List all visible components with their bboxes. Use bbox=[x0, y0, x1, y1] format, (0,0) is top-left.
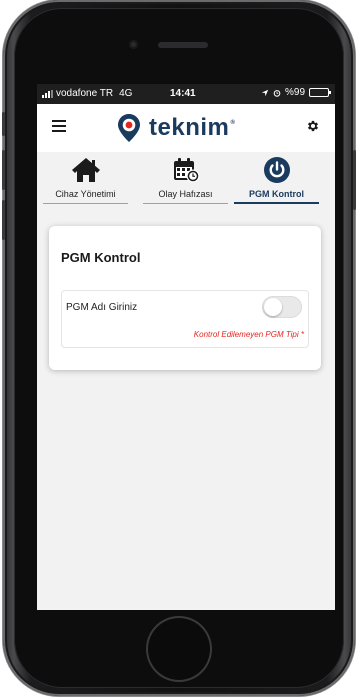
side-button-left bbox=[2, 112, 5, 136]
tab-label: PGM Kontrol bbox=[249, 189, 304, 199]
toggle-knob bbox=[264, 298, 282, 316]
tab-label: Cihaz Yönetimi bbox=[55, 189, 116, 199]
tab-pgm-kontrol[interactable]: PGM Kontrol bbox=[234, 152, 319, 206]
volume-down-button bbox=[2, 200, 5, 240]
tab-cihaz-yonetimi[interactable]: Cihaz Yönetimi bbox=[43, 152, 128, 206]
pgm-card: PGM Kontrol PGM Adı Giriniz Kontrol Edil… bbox=[49, 226, 321, 370]
logo-text: teknim ® bbox=[149, 114, 236, 141]
pgm-row: PGM Adı Giriniz Kontrol Edilemeyen PGM T… bbox=[61, 290, 309, 348]
logo-pin-icon bbox=[118, 114, 140, 142]
location-arrow-icon bbox=[261, 89, 269, 96]
home-icon bbox=[72, 158, 100, 182]
battery-percent: %99 bbox=[284, 87, 305, 98]
menu-icon[interactable] bbox=[52, 120, 66, 132]
earpiece-speaker bbox=[158, 42, 208, 48]
screen: vodafone TR 4G 14:41 %99 teknim ® Cihaz … bbox=[37, 84, 335, 610]
status-bar: vodafone TR 4G 14:41 %99 bbox=[37, 84, 335, 104]
volume-up-button bbox=[2, 150, 5, 190]
gear-icon[interactable] bbox=[306, 119, 320, 133]
front-camera bbox=[129, 40, 138, 49]
tab-underline-active bbox=[234, 202, 319, 204]
status-right: %99 bbox=[261, 87, 331, 98]
tab-underline bbox=[43, 203, 128, 204]
pgm-toggle[interactable] bbox=[262, 296, 302, 318]
network-type: 4G bbox=[119, 88, 133, 99]
tab-olay-hafizasi[interactable]: Olay Hafızası bbox=[143, 152, 228, 206]
pgm-name-label: PGM Adı Giriniz bbox=[66, 302, 138, 313]
battery-icon bbox=[309, 88, 331, 97]
carrier-name: vodafone TR bbox=[56, 88, 114, 99]
home-button[interactable] bbox=[146, 616, 212, 682]
pgm-error-text: Kontrol Edilemeyen PGM Tipi * bbox=[193, 330, 304, 339]
signal-icon bbox=[42, 89, 53, 98]
app-bar: teknim ® bbox=[37, 104, 335, 152]
status-left: vodafone TR 4G bbox=[42, 88, 132, 99]
alarm-icon bbox=[273, 89, 281, 97]
tab-underline bbox=[143, 203, 228, 204]
calendar-clock-icon bbox=[174, 158, 200, 183]
power-side-button bbox=[353, 150, 356, 210]
status-time: 14:41 bbox=[170, 88, 196, 99]
card-title: PGM Kontrol bbox=[61, 250, 141, 265]
tab-bar: Cihaz Yönetimi Olay Hafızası PGM Kontrol bbox=[37, 152, 335, 206]
tab-label: Olay Hafızası bbox=[158, 189, 213, 199]
power-icon bbox=[264, 157, 290, 183]
logo: teknim ® bbox=[117, 111, 236, 145]
